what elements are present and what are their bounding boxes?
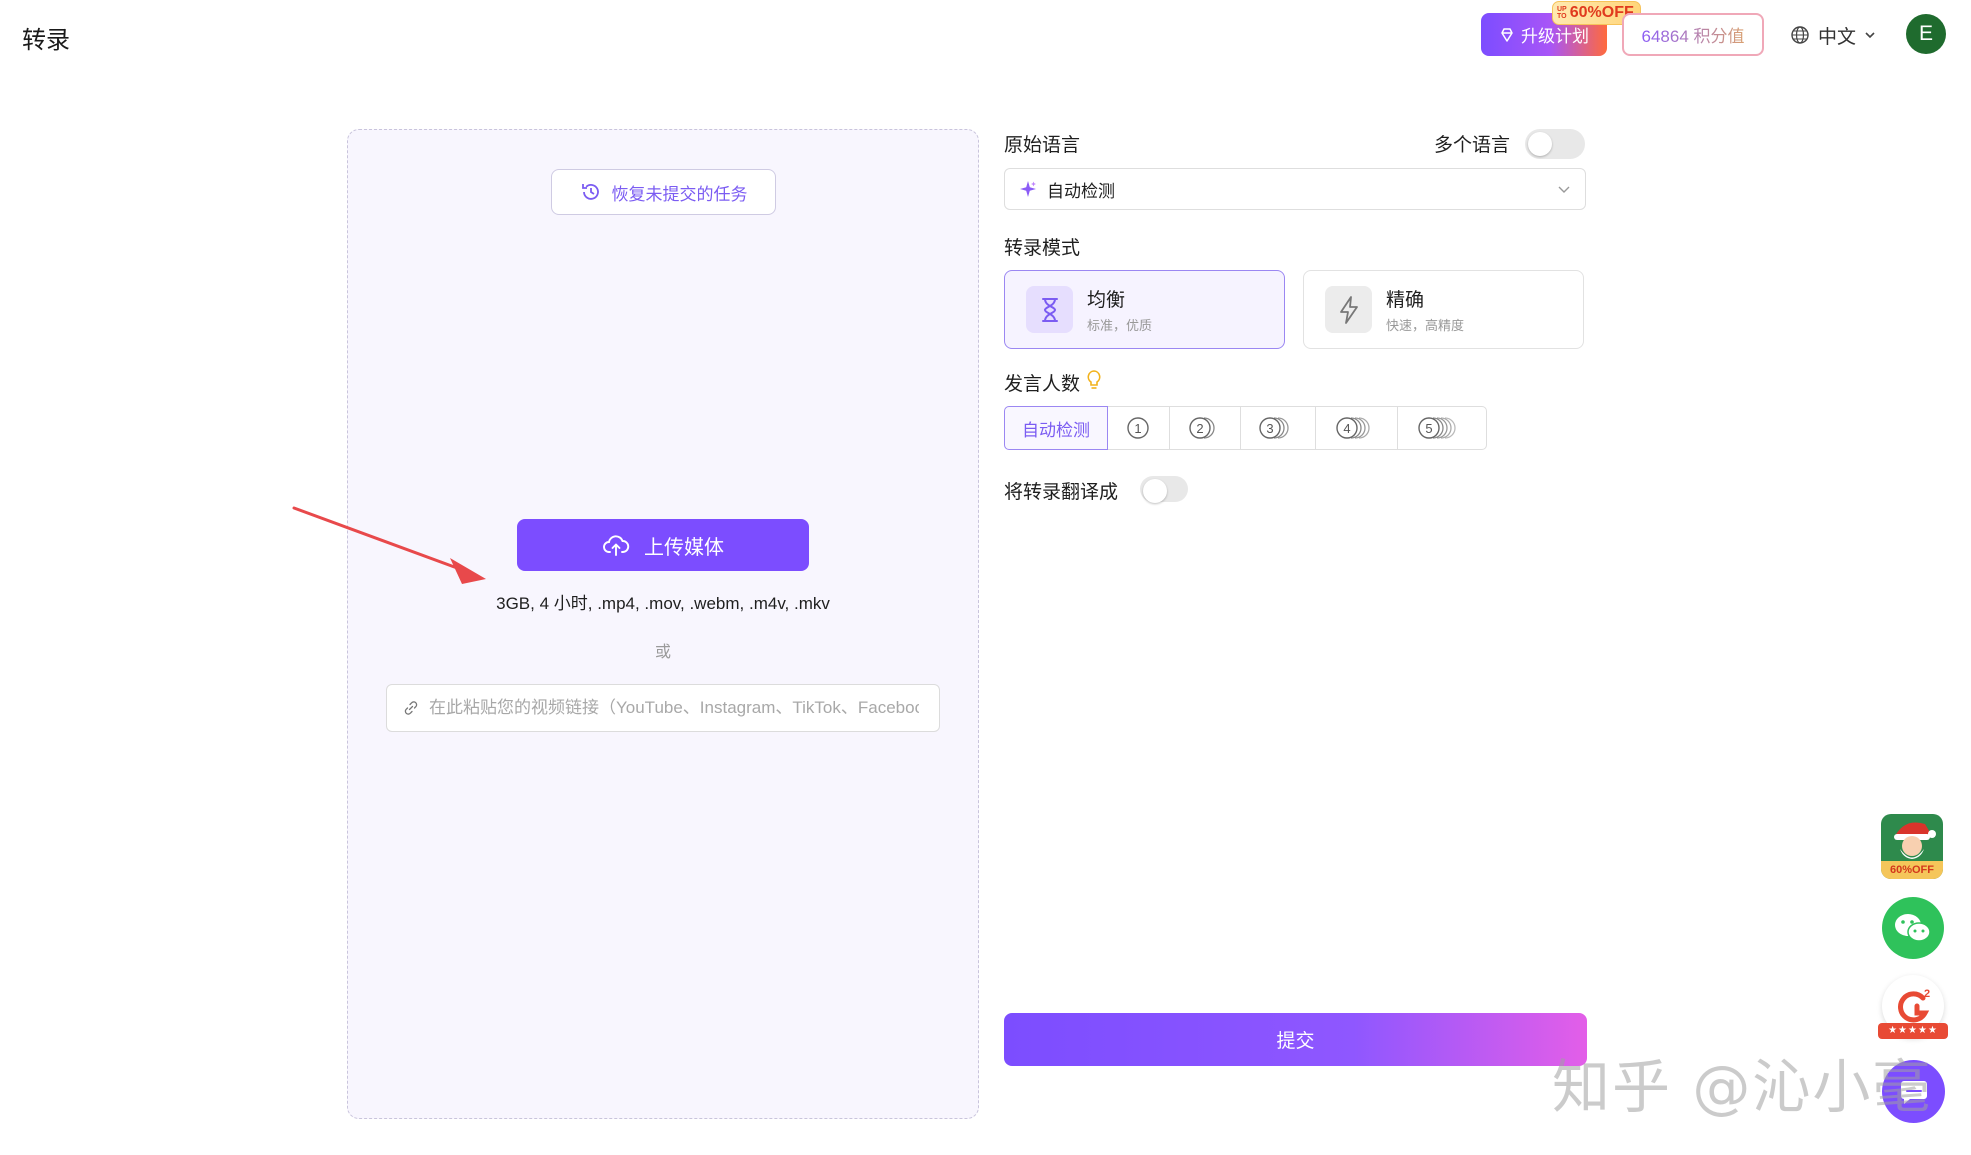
cloud-upload-icon [603,535,630,556]
credits-button[interactable]: 64864 积分值 [1622,13,1764,56]
upload-media-label: 上传媒体 [644,536,724,559]
g2-rating-stars: ★★★★★ [1878,1023,1948,1039]
svg-text:3: 3 [1266,421,1273,436]
santa-icon [1894,822,1936,859]
multi-language-toggle[interactable] [1525,129,1585,159]
source-language-value: 自动检测 [1047,181,1115,201]
upload-dropzone[interactable]: 恢复未提交的任务 上传媒体 3GB, 4 小时, .mp4, .mov, .we… [347,129,979,1119]
diamond-icon [1501,27,1513,42]
chevron-down-icon [1865,32,1875,39]
hourglass-icon [1026,286,1073,333]
watermark-text: 知乎 @沁小毫 [1552,1053,1933,1121]
wechat-icon [1895,914,1931,942]
promo-widget-badge: 60%OFF [1881,861,1943,879]
restore-label: 恢复未提交的任务 [611,184,748,204]
submit-button[interactable]: 提交 [1004,1013,1587,1066]
speaker-1-icon: 1 [1126,417,1149,439]
annotation-arrow-icon [292,506,486,584]
upgrade-plan-label: 升级计划 [1521,27,1589,46]
speaker-option-4[interactable]: 4 [1315,406,1398,450]
svg-text:2: 2 [1196,421,1203,436]
or-divider: 或 [654,644,671,661]
speaker-count-selector[interactable]: 自动检测 1 2 3 4 5 [1004,406,1487,450]
translate-toggle[interactable] [1140,476,1188,503]
restore-unsubmitted-button[interactable]: 恢复未提交的任务 [551,169,776,215]
page-title: 转录 [22,27,70,54]
speaker-5-icon: 5 [1417,417,1456,439]
transcription-mode-label: 转录模式 [1004,238,1081,259]
speaker-3-icon: 3 [1259,417,1289,439]
video-link-field[interactable] [386,684,940,732]
speaker-4-icon: 4 [1335,417,1370,439]
mode-subtitle: 标准，优质 [1087,318,1153,333]
video-link-input[interactable] [429,698,919,718]
translate-label: 将转录翻译成 [1004,482,1119,503]
chat-support-button[interactable] [1882,1060,1945,1123]
globe-icon [1791,26,1809,44]
upload-media-button[interactable]: 上传媒体 [517,519,809,571]
mode-title: 精确 [1386,290,1425,311]
chat-bubble-icon [1900,1080,1927,1104]
speaker-option-3[interactable]: 3 [1239,406,1317,450]
speaker-option-1[interactable]: 1 [1106,406,1171,450]
source-language-label: 原始语言 [1004,135,1081,156]
supported-formats-text: 3GB, 4 小时, .mp4, .mov, .webm, .m4v, .mkv [496,594,830,613]
holiday-promo-widget[interactable]: 60%OFF [1881,814,1943,879]
g2-logo-icon: 2 [1898,988,1930,1023]
link-icon [404,701,418,715]
lightbulb-icon[interactable] [1086,369,1102,391]
language-switcher[interactable]: 中文 [1790,20,1876,50]
language-label: 中文 [1818,26,1857,48]
mode-subtitle: 快速，高精度 [1386,318,1465,333]
speaker-option-5[interactable]: 5 [1396,406,1487,450]
history-icon [581,184,599,200]
up-to-label: UP TO [1557,6,1567,20]
speaker-2-icon: 2 [1189,417,1215,439]
credits-label: 64864 积分值 [1642,22,1745,47]
svg-text:1: 1 [1134,421,1141,436]
svg-text:2: 2 [1924,988,1930,1000]
lightning-icon [1325,286,1372,333]
wechat-button[interactable] [1882,897,1944,959]
speaker-option-auto[interactable]: 自动检测 [1004,406,1108,450]
avatar[interactable]: E [1906,14,1946,54]
chevron-down-icon [1558,186,1570,193]
speakers-label: 发言人数 [1004,374,1081,395]
speaker-option-2[interactable]: 2 [1169,406,1241,450]
svg-text:5: 5 [1425,421,1432,436]
mode-title: 均衡 [1087,290,1126,311]
mode-balanced-card[interactable]: 均衡 标准，优质 [1004,270,1285,349]
svg-text:4: 4 [1343,421,1350,436]
mode-accurate-card[interactable]: 精确 快速，高精度 [1303,270,1584,349]
multi-language-label: 多个语言 [1434,135,1511,156]
source-language-select[interactable]: 自动检测 [1004,168,1586,210]
sparkle-icon [1020,181,1036,197]
